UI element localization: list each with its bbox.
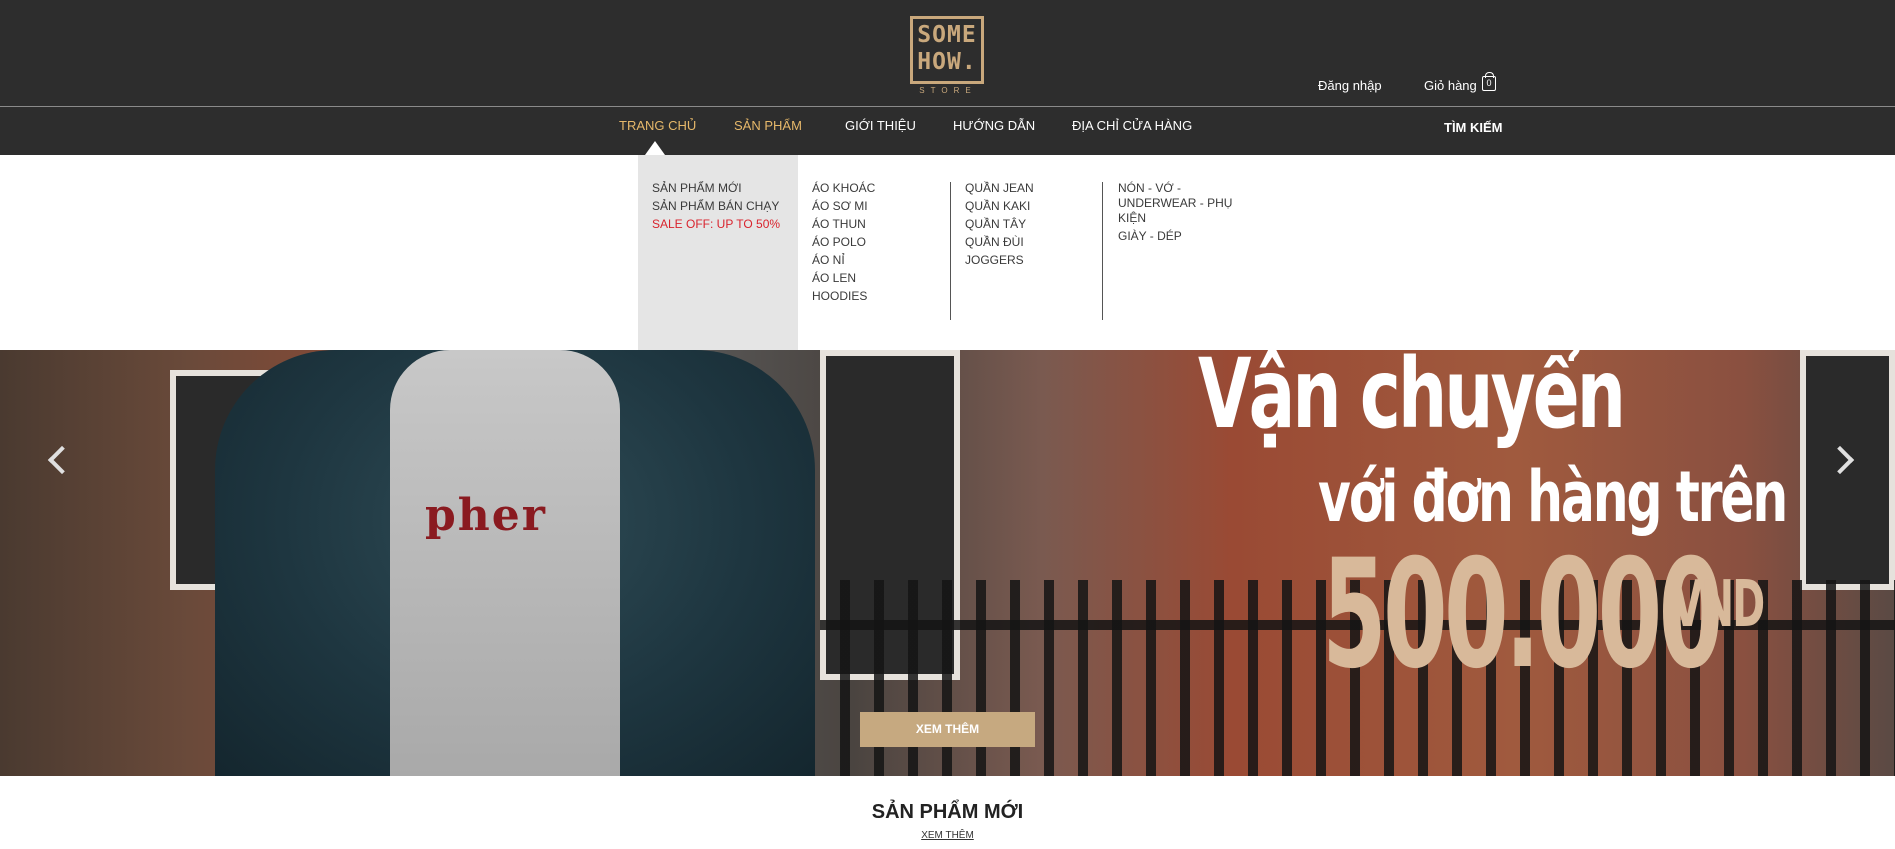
nav-guide[interactable]: HƯỚNG DẪN [953, 118, 1035, 133]
nav-about[interactable]: GIỚI THIỆU [845, 118, 916, 133]
banner-window-image [1800, 350, 1895, 590]
menu-shirts[interactable]: ÁO SƠ MI [812, 199, 868, 213]
logo-line-2: HOW. [917, 49, 977, 75]
section-see-more-link[interactable]: XEM THÊM [0, 830, 1895, 841]
cart-link[interactable]: Giỏ hàng [1424, 78, 1477, 93]
mega-menu [0, 155, 1895, 350]
menu-sweaters[interactable]: ÁO LEN [812, 271, 856, 285]
banner-model-hoodie-image [390, 350, 620, 776]
menu-khaki[interactable]: QUẦN KAKI [965, 199, 1030, 213]
menu-jackets[interactable]: ÁO KHOÁC [812, 181, 875, 195]
menu-new-products[interactable]: SẢN PHẨM MỚI [652, 181, 742, 195]
menu-joggers[interactable]: JOGGERS [965, 253, 1024, 267]
menu-sale-off[interactable]: SALE OFF: UP TO 50% [652, 217, 780, 231]
banner-headline: Vận chuyển [1198, 338, 1626, 450]
menu-column-divider [950, 182, 951, 320]
menu-jeans[interactable]: QUẦN JEAN [965, 181, 1034, 195]
section-title: SẢN PHẨM MỚI [871, 801, 1024, 823]
menu-underwear-accessories[interactable]: UNDERWEAR - PHỤ [1118, 196, 1232, 210]
menu-accessories-cont[interactable]: KIỆN [1118, 211, 1146, 225]
menu-polo[interactable]: ÁO POLO [812, 235, 866, 249]
menu-shorts[interactable]: QUẦN ĐÙI [965, 235, 1024, 249]
shopping-bag-icon[interactable]: 0 [1482, 72, 1496, 91]
banner-amount: 500.000 [1322, 528, 1723, 702]
menu-trousers[interactable]: QUẦN TÂY [965, 217, 1026, 231]
banner-subheadline: với đơn hàng trên [1318, 456, 1788, 538]
menu-hats-socks[interactable]: NÓN - VỚ - [1118, 181, 1181, 195]
main-nav [0, 107, 1895, 155]
banner-currency: VND [1672, 568, 1765, 642]
logo-subtitle: STORE [919, 86, 977, 95]
store-logo[interactable]: SOME HOW. [910, 16, 984, 84]
search-link[interactable]: TÌM KIẾM [1444, 120, 1503, 135]
menu-tshirts[interactable]: ÁO THUN [812, 217, 866, 231]
menu-fleece[interactable]: ÁO NỈ [812, 253, 845, 267]
nav-home[interactable]: TRANG CHỦ [619, 118, 696, 133]
menu-hoodies[interactable]: HOODIES [812, 289, 867, 303]
logo-line-1: SOME [917, 22, 977, 48]
menu-shoes-sandals[interactable]: GIÀY - DÉP [1118, 229, 1182, 243]
menu-best-sellers[interactable]: SẢN PHẨM BÁN CHẠY [652, 199, 779, 213]
login-link[interactable]: Đăng nhập [1318, 78, 1382, 93]
nav-store-address[interactable]: ĐỊA CHỈ CỬA HÀNG [1072, 118, 1192, 133]
banner-hoodie-print: pher [425, 490, 547, 541]
banner-see-more-button[interactable]: XEM THÊM [860, 712, 1035, 747]
menu-column-divider [1102, 182, 1103, 320]
nav-products[interactable]: SẢN PHẨM [734, 118, 802, 133]
active-nav-caret-icon [645, 141, 665, 155]
